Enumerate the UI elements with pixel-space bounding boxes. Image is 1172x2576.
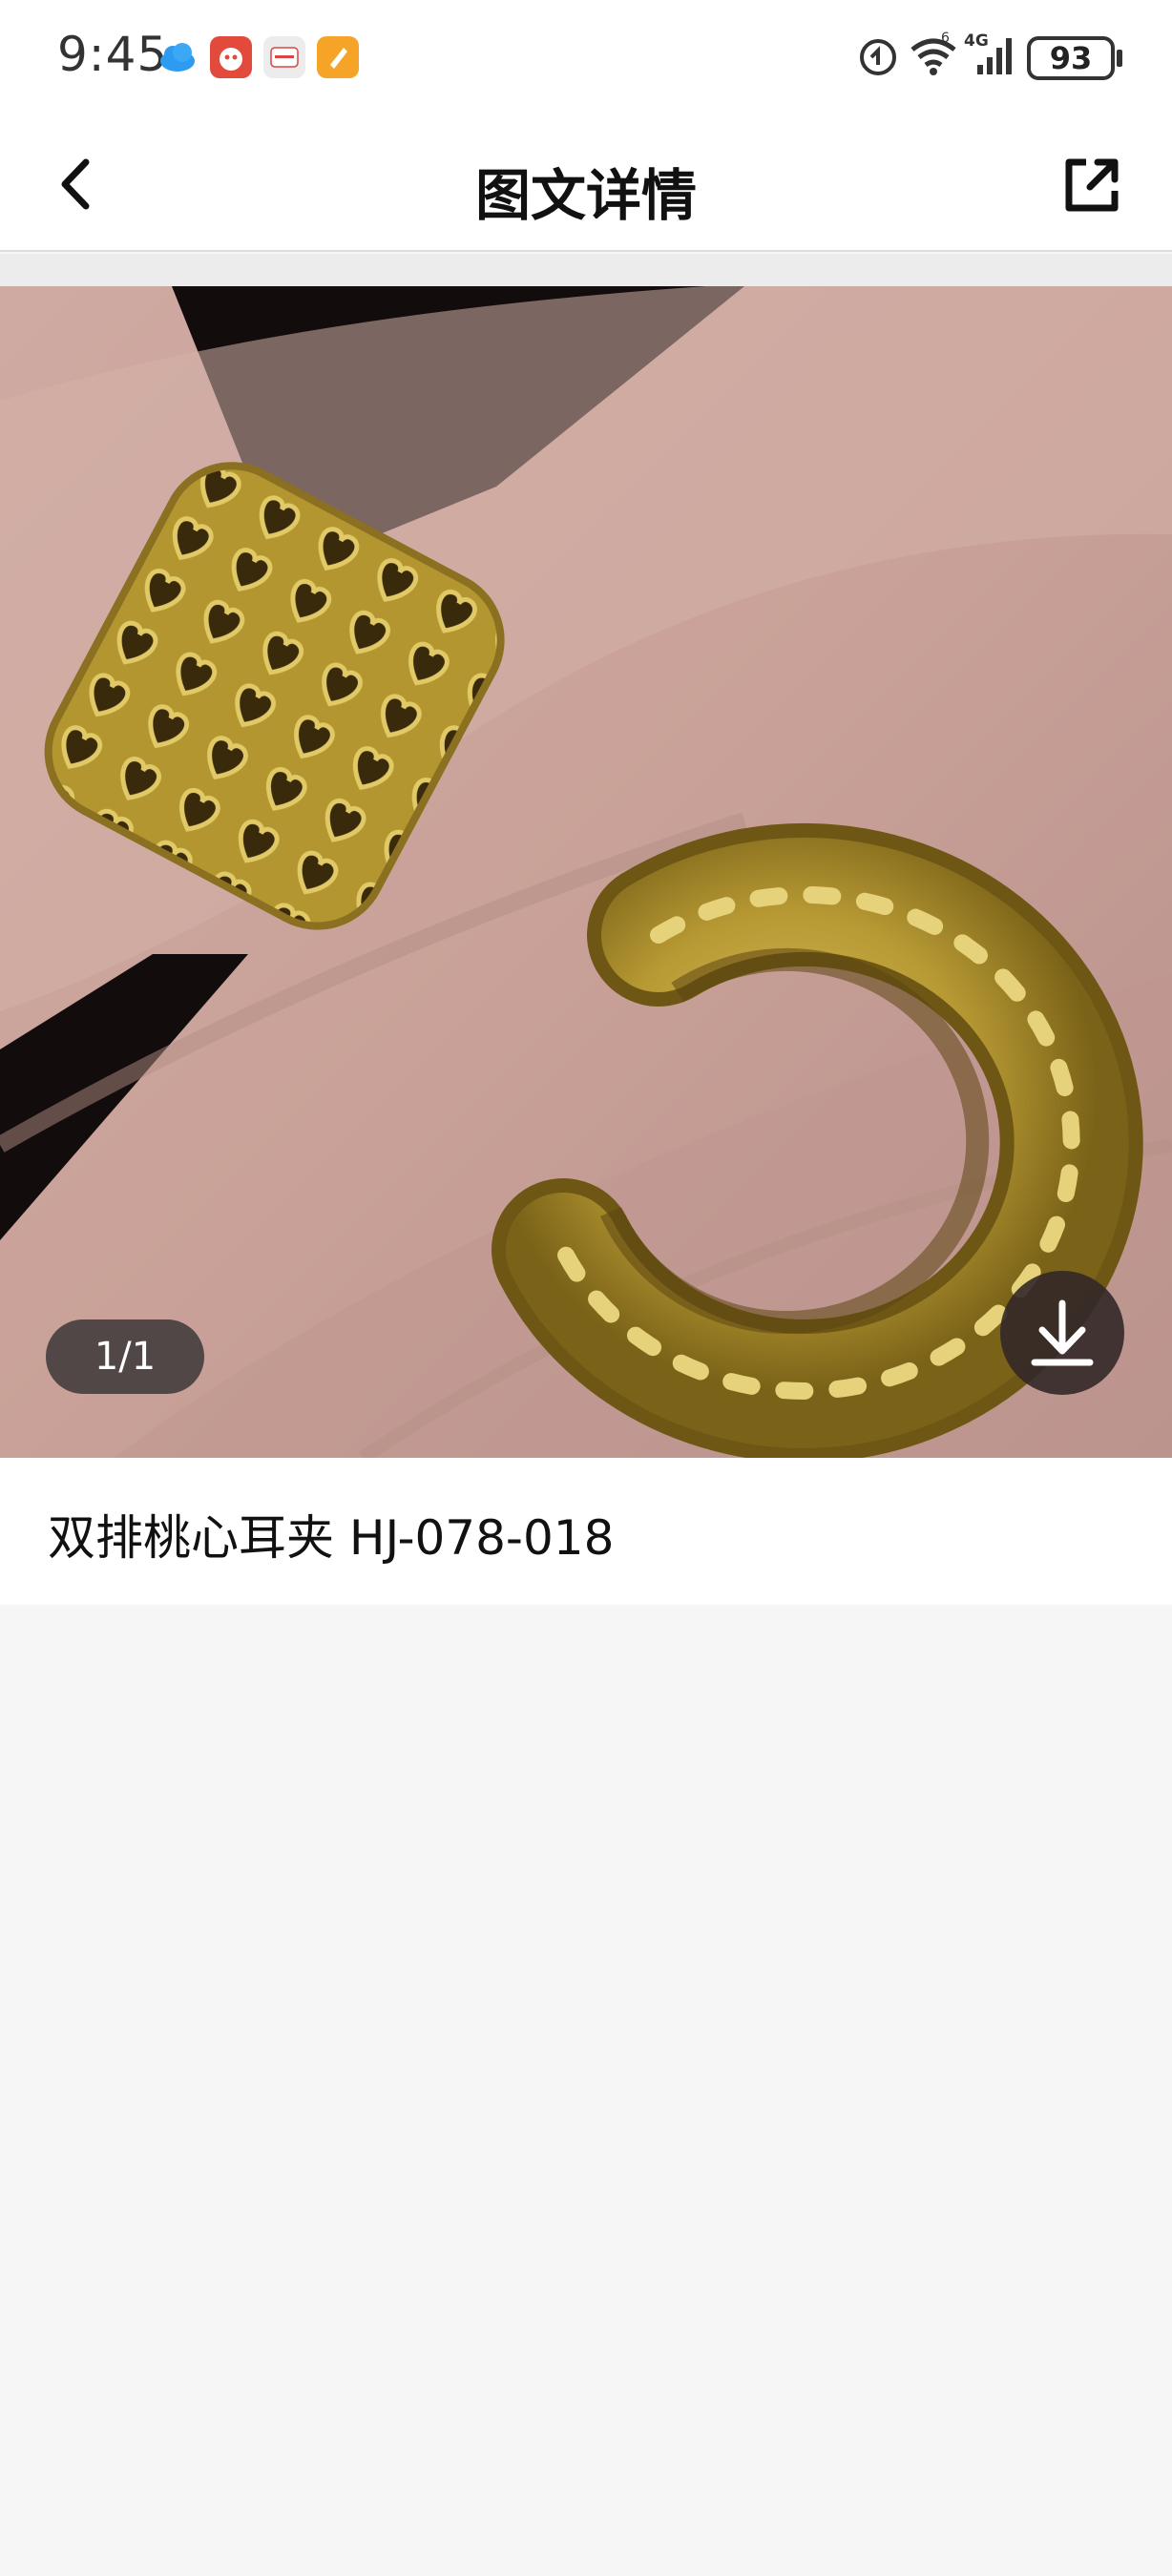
signal-label: 4G <box>964 31 989 51</box>
huawei-app-icon <box>263 36 305 78</box>
product-image[interactable] <box>0 286 1172 1458</box>
app-notification-icon <box>317 36 359 78</box>
status-time: 9:45 <box>57 27 169 82</box>
signal-icon: 4G <box>964 29 1017 82</box>
product-caption: 双排桃心耳夹 HJ-078-018 <box>48 1510 615 1566</box>
app-root: 9:45 6 4G 93 图文详情 1/1 双排桃心耳夹 HJ-078-018 <box>0 0 1172 2576</box>
caption-panel: 双排桃心耳夹 HJ-078-018 <box>0 1458 1172 1605</box>
cloud-icon <box>157 36 199 78</box>
download-icon <box>1031 1299 1094 1366</box>
wifi-icon: 6 <box>907 29 960 82</box>
nfc-icon <box>857 36 899 82</box>
status-icons: 6 4G 93 <box>857 29 1122 86</box>
divider <box>0 254 1172 286</box>
app-notification-icon <box>210 36 252 78</box>
page-title: 图文详情 <box>474 163 697 228</box>
share-external-icon <box>1065 158 1119 212</box>
share-button[interactable] <box>1048 141 1134 227</box>
status-bar: 9:45 6 4G 93 <box>0 0 1172 116</box>
download-button[interactable] <box>1000 1271 1124 1395</box>
battery-icon: 93 <box>1027 36 1122 80</box>
image-counter: 1/1 <box>46 1319 204 1394</box>
nav-bar: 图文详情 <box>0 116 1172 252</box>
